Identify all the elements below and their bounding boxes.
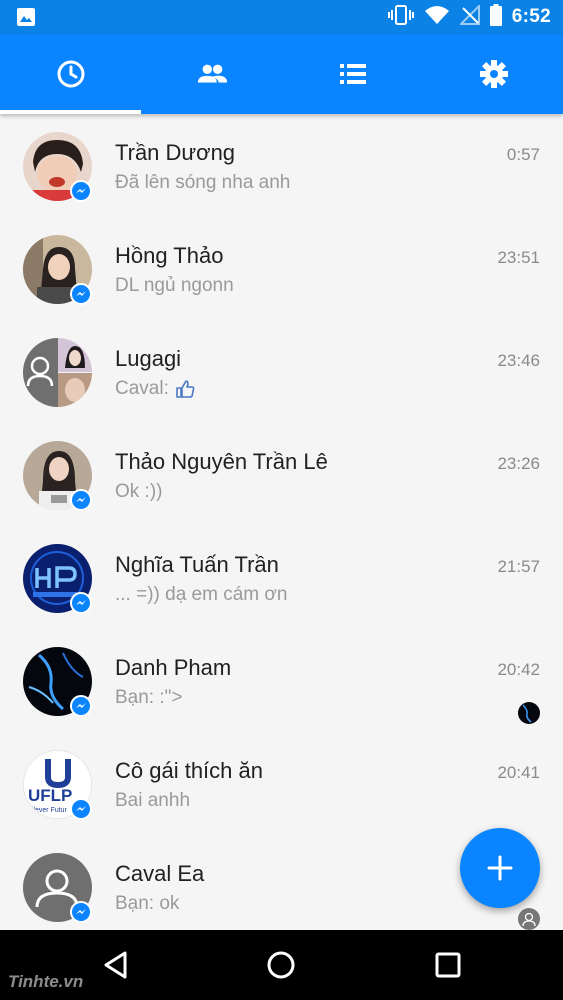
tab-bar (0, 34, 563, 114)
tab-people[interactable] (141, 34, 282, 114)
message-preview: ... =)) dạ em cám ơn (115, 584, 288, 605)
group-avatar (23, 338, 92, 407)
message-time: 20:41 (497, 763, 540, 782)
no-signal-icon (458, 3, 480, 30)
wifi-icon (424, 5, 450, 30)
contact-name: Lugagi (115, 346, 182, 371)
plus-icon (487, 855, 513, 881)
messenger-badge-icon (70, 798, 92, 820)
clock-time: 6:52 (511, 6, 551, 27)
conversation-list[interactable]: Trần Dương Đã lên sóng nha anh 0:57 Hồng… (0, 114, 563, 930)
status-bar: 6:52 (0, 0, 563, 34)
back-icon[interactable] (100, 949, 132, 981)
conversation-row[interactable]: Lugagi Caval: 23:46 (0, 320, 563, 423)
uflp-logo-subtext: nilever Futur (28, 807, 68, 814)
messenger-badge-icon (70, 283, 92, 305)
gear-icon (479, 60, 508, 88)
list-icon (339, 64, 366, 84)
contact-name: Danh Pham (115, 655, 232, 680)
messenger-badge-icon (70, 592, 92, 614)
tab-groups[interactable] (282, 34, 423, 114)
message-preview: Ok :)) (115, 481, 163, 502)
battery-icon (489, 3, 502, 31)
conversation-row[interactable]: Danh Pham Bạn: :"> 20:42 (0, 629, 563, 732)
seen-avatar (518, 702, 540, 724)
message-preview: Bạn: :"> (115, 687, 183, 708)
message-time: 0:57 (506, 145, 540, 164)
messenger-badge-icon (70, 180, 92, 202)
conversation-row[interactable]: UFLP nilever Futur Cô gái thích ăn Bai an… (0, 732, 563, 835)
message-time: 23:26 (497, 454, 540, 473)
conversation-row[interactable]: Thảo Nguyên Trần Lê Ok :)) 23:26 (0, 423, 563, 526)
message-time: 23:51 (497, 248, 540, 267)
vibrate-icon (387, 4, 414, 31)
tab-recent[interactable] (0, 34, 141, 114)
message-time: 20:42 (497, 660, 540, 679)
clock-icon (57, 60, 84, 88)
conversation-row[interactable]: Hồng Thảo DL ngủ ngonn 23:51 (0, 217, 563, 320)
messenger-badge-icon (70, 695, 92, 717)
uflp-logo-text: UFLP (28, 786, 72, 805)
watermark: Tinhte.vn (8, 972, 84, 991)
system-nav-bar (0, 930, 563, 1000)
home-icon[interactable] (265, 949, 297, 981)
seen-avatar (518, 908, 540, 930)
tab-indicator (0, 110, 141, 114)
message-time: 23:46 (497, 351, 540, 370)
image-icon (16, 7, 36, 27)
people-icon (197, 64, 227, 83)
message-preview: Bạn: ok (115, 893, 180, 914)
message-preview: Bai anhh (115, 790, 191, 811)
contact-name: Cô gái thích ăn (115, 758, 263, 783)
contact-name: Nghĩa Tuấn Trần (115, 552, 279, 577)
conversation-row[interactable]: Nghĩa Tuấn Trần ... =)) dạ em cám ơn 21:… (0, 526, 563, 629)
contact-name: Caval Ea (115, 861, 205, 886)
thumbs-up-icon (176, 380, 195, 398)
messenger-badge-icon (70, 901, 92, 923)
new-message-button[interactable] (460, 828, 540, 908)
contact-name: Hồng Thảo (115, 243, 224, 268)
conversation-row[interactable]: Trần Dương Đã lên sóng nha anh 0:57 (0, 114, 563, 217)
message-preview: Caval: (115, 378, 195, 400)
messenger-badge-icon (70, 489, 92, 511)
recents-icon[interactable] (432, 949, 464, 981)
message-preview: Đã lên sóng nha anh (115, 172, 291, 193)
contact-name: Trần Dương (115, 140, 236, 165)
message-preview: DL ngủ ngonn (115, 275, 234, 296)
tab-settings[interactable] (423, 34, 563, 114)
message-time: 21:57 (497, 557, 540, 576)
contact-name: Thảo Nguyên Trần Lê (115, 449, 328, 474)
